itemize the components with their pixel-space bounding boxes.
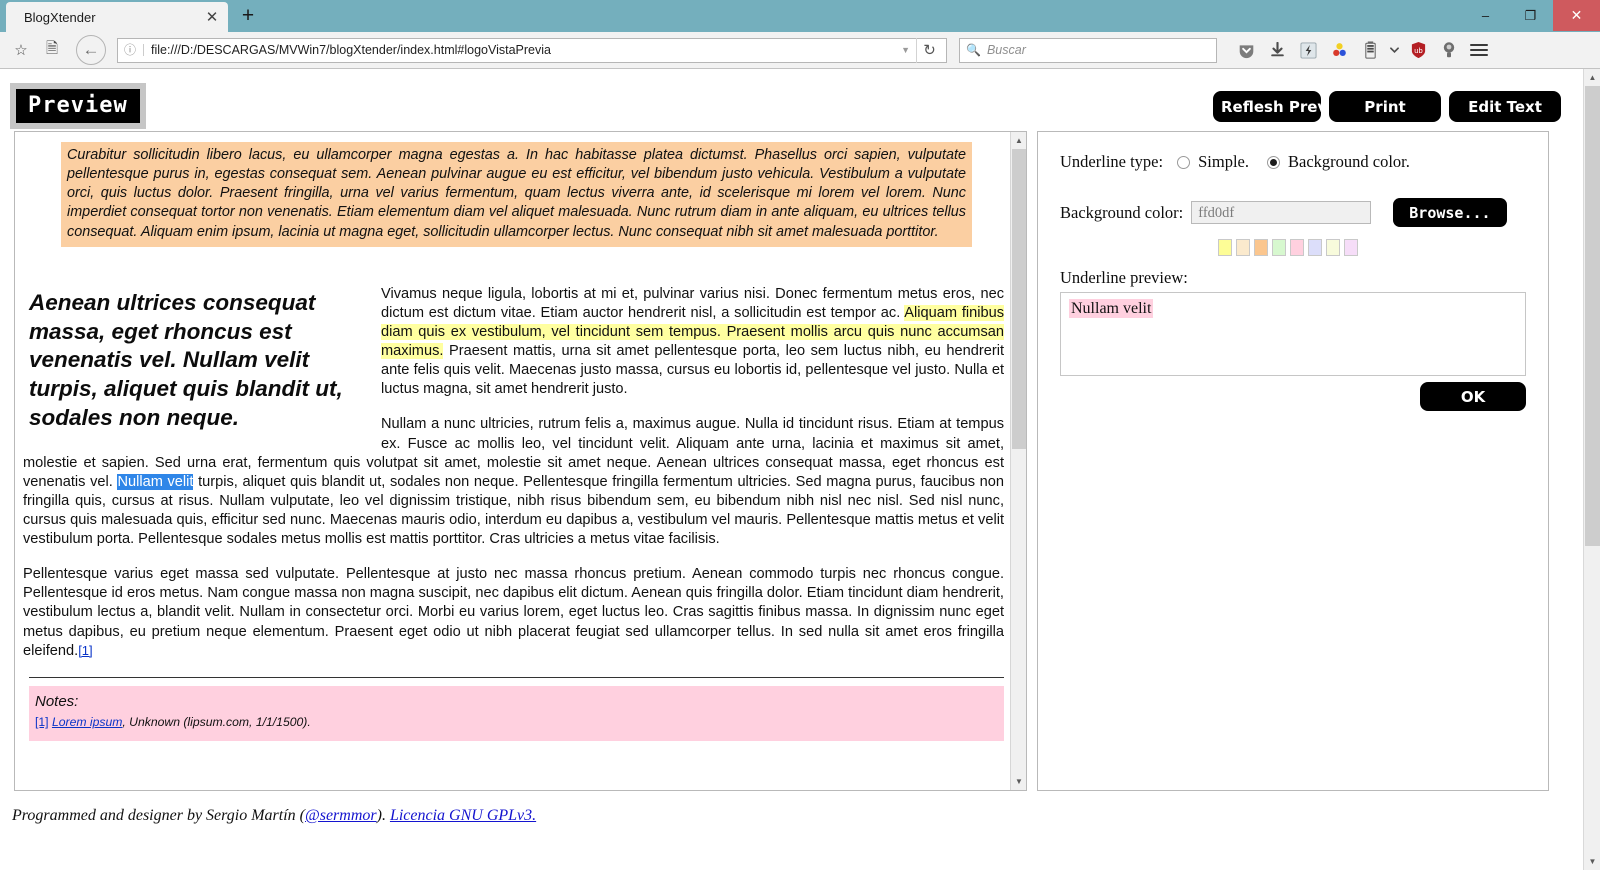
notes-title: Notes: [35,692,79,710]
star-icon[interactable]: ☆ [8,37,34,63]
colors-icon[interactable] [1325,36,1353,64]
license-link[interactable]: Licencia GNU GPLv3. [390,807,536,824]
paragraph-2: Nullam a nunc ultricies, rutrum felis a,… [23,415,1004,549]
scroll-up-icon[interactable]: ▲ [1011,132,1026,149]
notes-divider [29,676,1004,678]
chevron-down-icon[interactable] [1387,36,1401,64]
background-color-input[interactable]: ffd0df [1191,201,1372,224]
color-swatch[interactable] [1254,239,1268,256]
browser-navbar: ☆ 🗎 ← ⓘ file:///D:/DESCARGAS/MVWin7/blog… [0,32,1600,69]
page-viewport: Preview Reflesh Previe Print Edit Text C… [0,69,1600,870]
preview-logo: Preview [10,83,146,129]
page-vertical-scrollbar[interactable]: ▲ ▼ [1583,69,1600,870]
color-swatch[interactable] [1236,239,1250,256]
window-controls: – ❐ ✕ [1463,0,1600,31]
ok-button[interactable]: OK [1420,382,1526,411]
search-placeholder: Buscar [986,43,1026,57]
footer-text-mid: ). [376,807,390,824]
author-handle-link[interactable]: @sermmor [305,807,377,824]
background-color-label: Background color: [1060,202,1184,222]
pocket-icon[interactable] [1232,36,1260,64]
footer-text-before: Programmed and designer by Sergio Martín… [12,807,305,824]
main-columns: Curabitur sollicitudin libero lacus, eu … [0,131,1583,791]
radio-simple[interactable] [1177,155,1191,169]
note-rest: , Unknown (lipsum.com, 1/1/1500). [122,715,311,730]
reload-icon[interactable]: ↻ [916,37,942,63]
text-selection[interactable]: Nullam velit [117,473,194,490]
intro-paragraph: Curabitur sollicitudin libero lacus, eu … [61,142,972,247]
background-color-row: Background color: ffd0df Browse... [1060,198,1526,227]
back-arrow-icon[interactable]: ← [76,35,106,65]
url-bar[interactable]: ⓘ file:///D:/DESCARGAS/MVWin7/blogXtende… [117,37,947,63]
header-button-group: Reflesh Previe Print Edit Text [1213,91,1561,122]
color-swatch[interactable] [1272,239,1286,256]
underline-type-row: Underline type: Simple. Background color… [1060,152,1526,172]
notes-section: Notes: [1] Lorem ipsum, Unknown (lipsum.… [29,685,1004,742]
note-source-link[interactable]: Lorem ipsum [52,715,122,729]
hamburger-menu-icon[interactable] [1470,44,1488,56]
paragraph-3-text: Pellentesque varius eget massa sed vulpu… [23,566,1004,659]
footnote-link[interactable]: [1] [78,643,92,658]
browser-titlebar: BlogXtender ✕ + – ❐ ✕ [0,0,1600,32]
edit-text-button[interactable]: Edit Text [1449,91,1561,122]
url-text: file:///D:/DESCARGAS/MVWin7/blogXtender/… [151,43,551,57]
color-swatch[interactable] [1326,239,1340,256]
restore-icon[interactable]: ❐ [1508,0,1553,31]
color-swatch[interactable] [1218,239,1232,256]
library-icon[interactable]: 🗎 [39,37,65,63]
scroll-down-icon[interactable]: ▼ [1011,773,1026,790]
note-item: [1] Lorem ipsum, Unknown (lipsum.com, 1/… [35,715,998,731]
plus-icon[interactable]: + [233,1,263,31]
underline-preview-box: Nullam velit [1060,292,1526,376]
chevron-down-icon[interactable]: ▼ [895,45,916,55]
battery-icon[interactable] [1356,36,1384,64]
page-content: Preview Reflesh Previe Print Edit Text C… [0,69,1583,870]
browse-button[interactable]: Browse... [1393,198,1507,227]
color-swatch[interactable] [1308,239,1322,256]
radio-background-color[interactable] [1266,155,1280,169]
underline-type-label: Underline type: [1060,152,1164,171]
scroll-down-icon[interactable]: ▼ [1584,853,1600,870]
app-header: Preview Reflesh Previe Print Edit Text [0,69,1583,131]
browser-toolbar-icons: ub [1232,36,1488,64]
underline-options-panel: Underline type: Simple. Background color… [1037,131,1549,791]
paragraph-3: Pellentesque varius eget massa sed vulpu… [23,565,1004,661]
document-preview-pane: Curabitur sollicitudin libero lacus, eu … [14,131,1027,791]
document-vertical-scrollbar[interactable]: ▲ ▼ [1010,132,1026,790]
document-body: Curabitur sollicitudin libero lacus, eu … [23,142,1010,742]
refresh-preview-button[interactable]: Reflesh Previe [1213,91,1321,122]
lightbulb-icon[interactable] [1435,36,1463,64]
print-button[interactable]: Print [1329,91,1441,122]
search-icon: 🔍 [966,43,981,57]
close-icon[interactable]: ✕ [1553,0,1600,31]
scrollbar-thumb [1585,86,1600,546]
minimize-icon[interactable]: – [1463,0,1508,31]
browser-tab[interactable]: BlogXtender ✕ [6,2,228,32]
page-footer: Programmed and designer by Sergio Martín… [12,807,1583,825]
color-swatch-row [1218,239,1526,256]
downloads-icon[interactable] [1263,36,1291,64]
browser-window: BlogXtender ✕ + – ❐ ✕ ☆ 🗎 ← ⓘ file:///D:… [0,0,1600,870]
pull-quote: Aenean ultrices consequat massa, eget rh… [29,289,343,430]
scrollbar-thumb [1012,149,1026,449]
color-swatch[interactable] [1290,239,1304,256]
paragraph-1-part-b: Praesent mattis, urna sit amet pellentes… [381,343,1004,398]
color-swatch[interactable] [1344,239,1358,256]
underline-preview-label: Underline preview: [1060,268,1188,287]
ublock-icon[interactable]: ub [1404,36,1432,64]
radio-simple-label[interactable]: Simple. [1198,152,1249,172]
close-icon[interactable]: ✕ [202,7,222,27]
note-number-link[interactable]: [1] [35,715,49,729]
flash-icon[interactable] [1294,36,1322,64]
scroll-up-icon[interactable]: ▲ [1584,69,1600,86]
svg-text:ub: ub [1414,46,1422,55]
search-input[interactable]: 🔍 Buscar [959,37,1217,63]
document-scroll-area: Curabitur sollicitudin libero lacus, eu … [15,132,1010,790]
radio-background-color-label[interactable]: Background color. [1288,152,1410,172]
tab-title: BlogXtender [24,9,96,25]
underline-preview-text: Nullam velit [1069,299,1154,318]
info-icon[interactable]: ⓘ [124,44,145,56]
